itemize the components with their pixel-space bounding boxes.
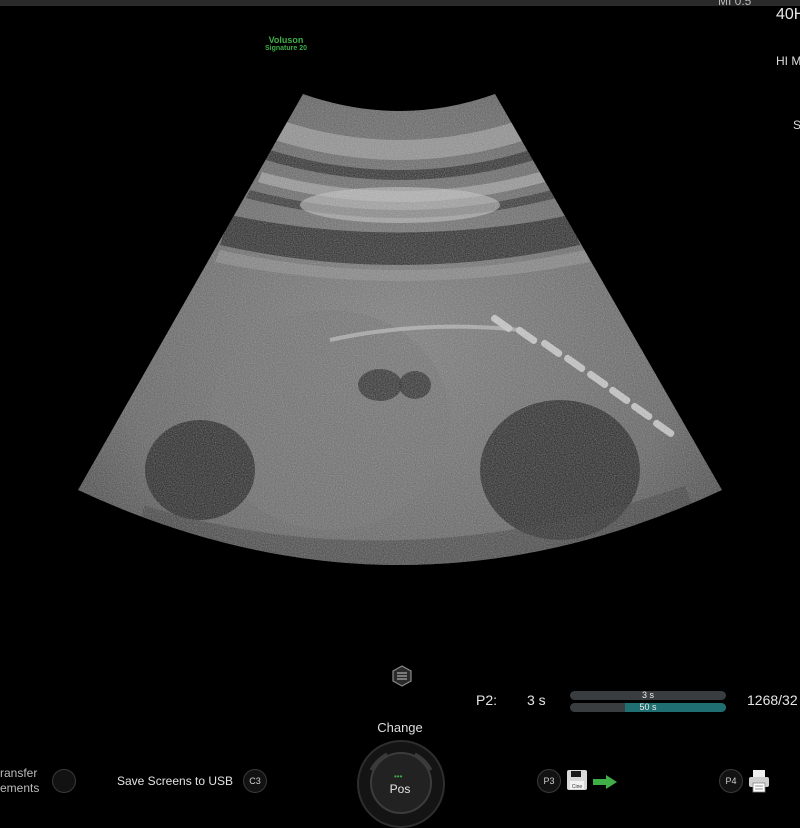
knob-indicator-dots: ••• <box>394 772 403 781</box>
cine-param-value: 3 s <box>527 692 546 708</box>
cine-total-bar-label: 50 s <box>639 703 657 712</box>
cine-save-icon[interactable]: Cine <box>565 768 591 794</box>
printer-icon[interactable] <box>746 768 772 794</box>
green-arrow-icon[interactable] <box>592 774 618 790</box>
save-screens-usb-label[interactable]: Save Screens to USB <box>117 774 233 788</box>
cine-loop-bar-label: 3 s <box>641 691 654 700</box>
change-label: Change <box>377 720 423 735</box>
transfer-line-2: ements <box>0 781 40 795</box>
transfer-measurements-label[interactable]: ransfer ements <box>0 766 39 796</box>
layers-icon[interactable] <box>390 664 414 688</box>
cine-param-label: P2: <box>476 692 498 708</box>
frame-counter: 1268/32 <box>747 692 798 708</box>
cine-loop-bar[interactable]: 3 s <box>570 691 726 700</box>
c3-button[interactable]: C3 <box>243 769 267 793</box>
p4-button[interactable]: P4 <box>719 769 743 793</box>
p3-button[interactable]: P3 <box>537 769 561 793</box>
cine-icon-text: Cine <box>572 784 583 790</box>
cine-total-bar[interactable]: 50 s <box>570 703 726 712</box>
transfer-line-1: ransfer <box>0 766 38 780</box>
transfer-button[interactable] <box>52 769 76 793</box>
knob-label: Pos <box>389 782 411 796</box>
